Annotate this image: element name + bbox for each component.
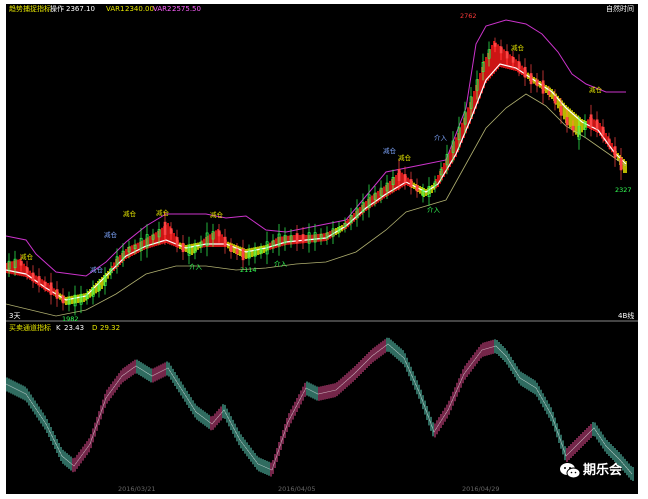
op-label: 操作 bbox=[50, 5, 64, 13]
candle-body bbox=[493, 42, 497, 47]
signal-buy: 介入 bbox=[434, 134, 447, 142]
signal-reduce: 减仓 bbox=[90, 266, 103, 274]
candle-body bbox=[529, 73, 533, 85]
var2-value: 2575.50 bbox=[172, 5, 201, 13]
candle-body bbox=[619, 157, 623, 171]
candle-body bbox=[217, 230, 221, 237]
price-mark-low: 2114 bbox=[240, 266, 257, 274]
candle-body bbox=[295, 233, 299, 243]
lower-indicator-name: 买卖通道指标 bbox=[9, 324, 51, 332]
signal-reduce: 减仓 bbox=[156, 209, 169, 217]
screenshot-frame: 趋势捕捉指标 操作 2367.10 VAR1 2340.00 VAR2 2575… bbox=[0, 0, 648, 499]
candle-body bbox=[301, 234, 305, 242]
candle-body bbox=[571, 125, 575, 131]
candle-body bbox=[541, 80, 545, 94]
k-label: K bbox=[56, 324, 61, 332]
candle-body bbox=[403, 174, 407, 183]
signal-reduce: 减仓 bbox=[104, 231, 117, 239]
signal-reduce: 减仓 bbox=[589, 86, 602, 94]
candle-body bbox=[181, 242, 185, 253]
k-value: 23.43 bbox=[64, 324, 85, 332]
candle-body bbox=[397, 169, 401, 181]
price-mark-low: 1982 bbox=[62, 315, 79, 323]
var2-label: VAR2 bbox=[153, 5, 172, 13]
candle-body bbox=[61, 295, 65, 304]
signal-reduce: 减仓 bbox=[383, 147, 396, 155]
candle-body bbox=[19, 260, 23, 266]
watermark: 期乐会 bbox=[559, 461, 638, 481]
candle-body bbox=[415, 185, 419, 192]
var1-value: 2340.00 bbox=[125, 5, 154, 13]
candle-body bbox=[223, 236, 227, 246]
candle-body bbox=[499, 46, 503, 54]
signal-buy: 介入 bbox=[427, 206, 440, 214]
candle-body bbox=[169, 228, 173, 234]
upper-footer-right: 4B线 bbox=[618, 312, 635, 320]
d-label: D bbox=[92, 324, 98, 332]
k-line bbox=[6, 343, 633, 475]
candle-body bbox=[25, 267, 29, 274]
op-value: 2367.10 bbox=[66, 5, 95, 13]
candle-body bbox=[535, 79, 539, 86]
var1-label: VAR1 bbox=[106, 5, 125, 13]
signal-reduce: 减仓 bbox=[123, 210, 136, 218]
candle-body bbox=[589, 114, 593, 127]
chart-window: 趋势捕捉指标 操作 2367.10 VAR1 2340.00 VAR2 2575… bbox=[6, 4, 638, 494]
signal-reduce: 减仓 bbox=[20, 253, 33, 261]
candle-body bbox=[607, 138, 611, 144]
candle-body bbox=[511, 56, 515, 63]
candle-body bbox=[595, 119, 599, 129]
d-value: 29.32 bbox=[100, 324, 121, 332]
upper-footer-left: 3天 bbox=[9, 312, 21, 320]
candle-body bbox=[409, 179, 413, 188]
candle-body bbox=[235, 248, 239, 255]
candle-body bbox=[505, 51, 509, 59]
signal-buy: 介入 bbox=[189, 263, 202, 271]
candle-body bbox=[559, 106, 563, 116]
date-axis-label: 2016/04/05 bbox=[278, 485, 316, 493]
candle-body bbox=[565, 117, 569, 126]
price-mark-low: 2327 bbox=[615, 186, 632, 194]
candle-body bbox=[523, 66, 527, 78]
lower-panel-plot bbox=[6, 337, 634, 481]
candle-body bbox=[49, 282, 53, 295]
price-mark-high: 2762 bbox=[460, 12, 477, 20]
candle-body bbox=[55, 289, 59, 299]
date-axis-label: 2016/04/29 bbox=[462, 485, 500, 493]
candle-body bbox=[613, 146, 617, 158]
candle-body bbox=[229, 245, 233, 252]
candle-body bbox=[37, 276, 41, 285]
candle-body bbox=[547, 91, 551, 95]
trend-line bbox=[6, 63, 627, 301]
candle-body bbox=[175, 237, 179, 245]
time-mode-label: 自然时间 bbox=[606, 5, 634, 13]
signal-reduce: 减仓 bbox=[210, 211, 223, 219]
date-axis-label: 2016/03/21 bbox=[118, 485, 156, 493]
chart-canvas bbox=[6, 19, 638, 481]
candle-body bbox=[241, 248, 245, 261]
signal-reduce: 减仓 bbox=[511, 44, 524, 52]
candle-body bbox=[517, 61, 521, 69]
candle-body bbox=[601, 126, 605, 136]
candle-body bbox=[553, 96, 557, 104]
candle-body bbox=[43, 281, 47, 287]
upper-indicator-name: 趋势捕捉指标 bbox=[9, 5, 51, 13]
signal-buy: 介入 bbox=[274, 260, 287, 268]
candle-body bbox=[31, 272, 35, 281]
candle-body bbox=[163, 221, 167, 235]
signal-reduce: 减仓 bbox=[398, 154, 411, 162]
wechat-icon bbox=[560, 463, 581, 479]
watermark-text: 期乐会 bbox=[583, 463, 623, 478]
